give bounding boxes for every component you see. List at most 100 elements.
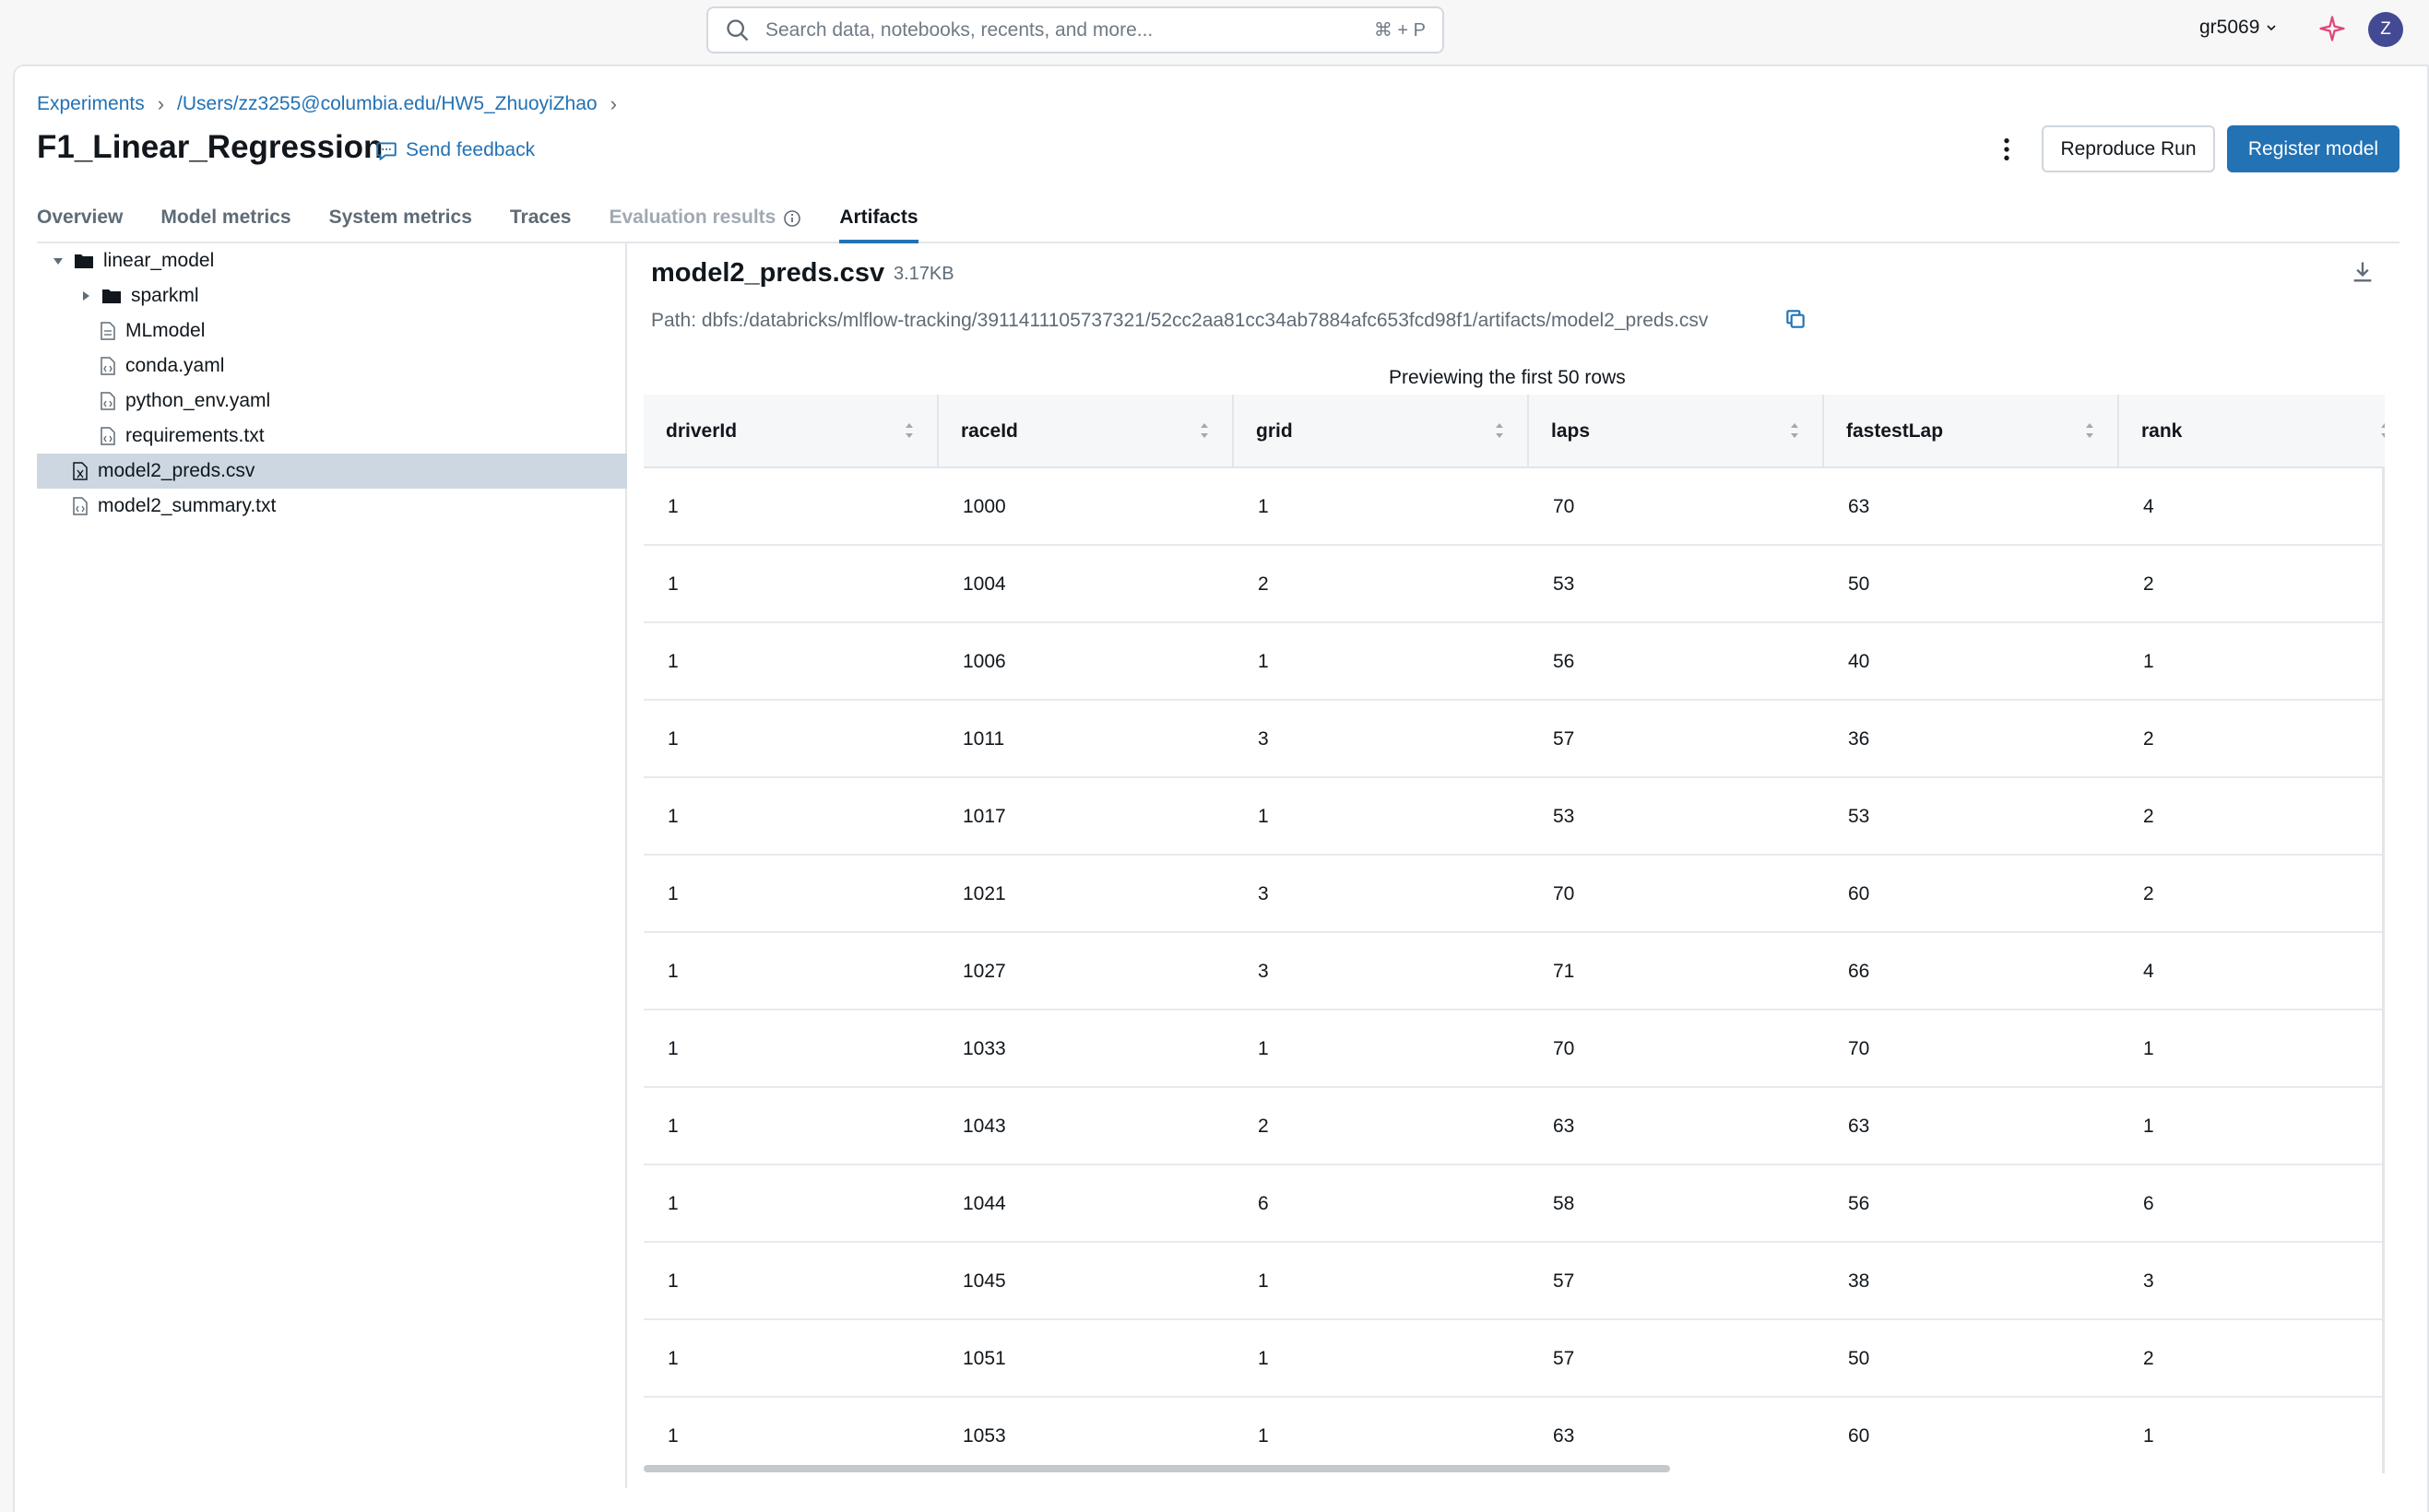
tree-item-folder[interactable]: sparkml <box>79 278 199 313</box>
table-cell: 3 <box>1258 728 1269 750</box>
user-avatar[interactable]: Z <box>2368 12 2403 47</box>
column-header[interactable]: fastestLap <box>1824 395 2119 468</box>
sort-icon[interactable] <box>2084 419 2095 443</box>
global-search-input[interactable]: Search data, notebooks, recents, and mor… <box>706 6 1444 53</box>
table-cell: 56 <box>1553 651 1575 672</box>
table-cell: 1 <box>668 1116 679 1137</box>
tab-evaluation-results-label: Evaluation results <box>609 207 776 228</box>
table-cell: 38 <box>1848 1270 1870 1292</box>
table-cell: 70 <box>1553 883 1575 904</box>
table-cell: 57 <box>1553 1348 1575 1369</box>
table-row: 1 1053 1 63 60 1 <box>644 1398 2385 1473</box>
info-icon <box>784 210 801 227</box>
table-cell: 6 <box>2143 1193 2154 1214</box>
tab-evaluation-results[interactable]: Evaluation results <box>609 201 801 243</box>
code-file-icon <box>101 427 115 445</box>
send-feedback-label: Send feedback <box>406 139 536 160</box>
column-header[interactable]: driverId <box>644 395 939 468</box>
workspace-name: gr5069 <box>2199 17 2260 38</box>
tab-overview[interactable]: Overview <box>37 201 123 243</box>
table-cell: 1 <box>668 496 679 517</box>
horizontal-scrollbar[interactable] <box>644 1465 1670 1472</box>
table-cell: 50 <box>1848 573 1870 595</box>
tree-item-file[interactable]: MLmodel <box>100 313 205 348</box>
sort-icon[interactable] <box>904 419 915 443</box>
tree-item-label: sparkml <box>131 285 199 306</box>
artifact-file-tree: linear_model sparkml MLmodel conda.yaml … <box>37 243 627 1488</box>
tree-item-label: model2_summary.txt <box>98 495 277 516</box>
sort-icon[interactable] <box>1789 419 1800 443</box>
tab-system-metrics[interactable]: System metrics <box>329 201 472 243</box>
chevron-right-icon: › <box>157 92 165 115</box>
table-cell: 2 <box>2143 1348 2154 1369</box>
column-header-label: grid <box>1256 420 1293 442</box>
chevron-right-icon[interactable]: › <box>610 92 617 116</box>
table-cell: 1017 <box>963 806 1006 827</box>
table-cell: 2 <box>1258 1116 1269 1137</box>
table-cell: 60 <box>1848 1425 1870 1447</box>
table-cell: 1045 <box>963 1270 1006 1292</box>
caret-down-icon[interactable] <box>52 254 65 267</box>
table-header: driverId raceId grid laps fastestLap rank <box>644 395 2385 468</box>
table-row: 1 1044 6 58 56 6 <box>644 1165 2385 1243</box>
table-cell: 1 <box>2143 1116 2154 1137</box>
search-icon <box>727 18 749 41</box>
column-header[interactable]: raceId <box>939 395 1234 468</box>
sort-icon[interactable] <box>2379 419 2385 443</box>
table-cell: 1006 <box>963 651 1006 672</box>
page-title: F1_Linear_Regression <box>37 129 384 165</box>
tree-item-file-selected[interactable]: model2_preds.csv <box>37 454 627 489</box>
sort-icon[interactable] <box>1494 419 1505 443</box>
folder-icon <box>75 254 93 268</box>
table-cell: 2 <box>1258 573 1269 595</box>
preview-file-size: 3.17KB <box>894 264 954 284</box>
download-icon[interactable] <box>2350 258 2376 286</box>
table-cell: 60 <box>1848 883 1870 904</box>
table-cell: 1 <box>668 961 679 982</box>
table-cell: 56 <box>1848 1193 1870 1214</box>
table-cell: 1033 <box>963 1038 1006 1059</box>
workspace-switcher[interactable]: gr5069 <box>2199 17 2278 39</box>
register-model-button[interactable]: Register model <box>2227 125 2399 172</box>
send-feedback-link[interactable]: Send feedback <box>374 138 535 162</box>
column-header[interactable]: laps <box>1529 395 1824 468</box>
table-cell: 4 <box>2143 496 2154 517</box>
csv-preview-table: driverId raceId grid laps fastestLap rank 1 10… <box>644 395 2385 1473</box>
column-header[interactable]: rank <box>2119 395 2385 468</box>
table-cell: 71 <box>1553 961 1575 982</box>
table-cell: 3 <box>1258 961 1269 982</box>
code-file-icon <box>101 392 115 410</box>
column-header-label: driverId <box>666 420 738 442</box>
sort-icon[interactable] <box>1199 419 1210 443</box>
tab-traces[interactable]: Traces <box>510 201 572 243</box>
tree-item-file[interactable]: model2_summary.txt <box>72 489 276 524</box>
tree-item-file[interactable]: conda.yaml <box>100 348 224 384</box>
column-header[interactable]: grid <box>1234 395 1529 468</box>
tree-item-folder[interactable]: linear_model <box>52 243 214 278</box>
copy-icon[interactable] <box>1783 307 1807 331</box>
more-options-icon[interactable] <box>1992 135 2021 164</box>
table-cell: 1000 <box>963 496 1006 517</box>
caret-right-icon[interactable] <box>79 289 92 302</box>
table-cell: 1 <box>1258 806 1269 827</box>
tree-item-file[interactable]: requirements.txt <box>100 419 265 454</box>
preview-row-note: Previewing the first 50 rows <box>1389 367 1626 388</box>
tree-item-file[interactable]: python_env.yaml <box>100 384 270 419</box>
table-cell: 2 <box>2143 728 2154 750</box>
table-row: 1 1027 3 71 66 4 <box>644 933 2385 1010</box>
breadcrumb-link-experiments[interactable]: Experiments <box>37 93 145 115</box>
reproduce-run-button[interactable]: Reproduce Run <box>2042 125 2215 172</box>
column-header-label: fastestLap <box>1846 420 1944 442</box>
table-cell: 66 <box>1848 961 1870 982</box>
table-cell: 40 <box>1848 651 1870 672</box>
tab-artifacts[interactable]: Artifacts <box>839 201 918 243</box>
tree-item-label: linear_model <box>103 250 215 271</box>
table-row: 1 1011 3 57 36 2 <box>644 701 2385 778</box>
vertical-scrollbar[interactable] <box>2382 468 2385 1473</box>
table-cell: 1 <box>1258 1425 1269 1447</box>
breadcrumb-link-experiment-path[interactable]: /Users/zz3255@columbia.edu/HW5_ZhuoyiZha… <box>177 93 598 115</box>
table-row: 1 1017 1 53 53 2 <box>644 778 2385 856</box>
assistant-sparkle-icon[interactable] <box>2318 15 2346 42</box>
tab-model-metrics[interactable]: Model metrics <box>160 201 290 243</box>
search-shortcut: ⌘ + P <box>1373 20 1426 41</box>
